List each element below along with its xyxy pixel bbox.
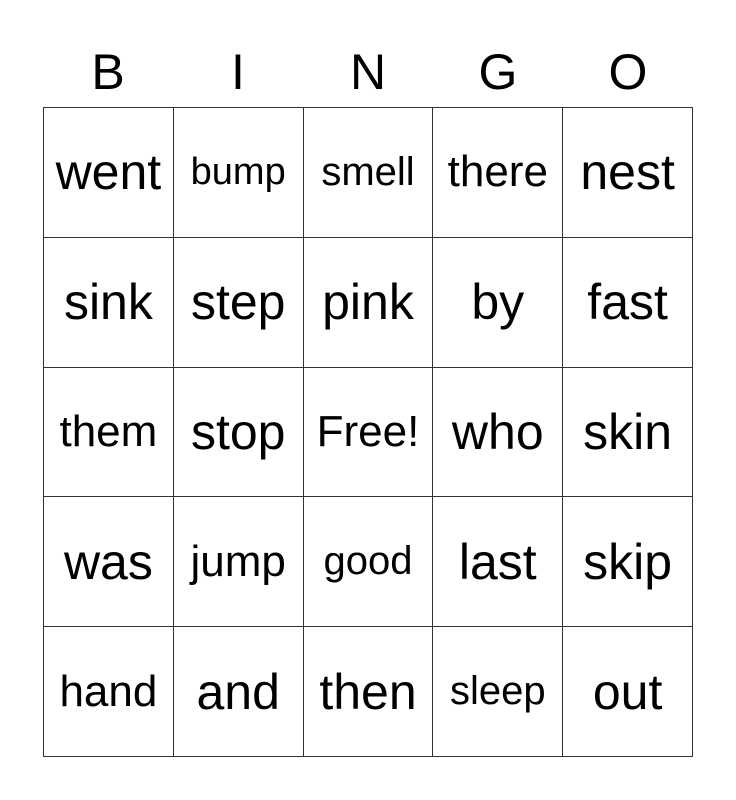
free-space-cell[interactable]: Free! bbox=[303, 367, 434, 498]
bingo-cell[interactable]: stop bbox=[173, 367, 304, 498]
bingo-cell[interactable]: bump bbox=[173, 108, 304, 238]
bingo-cell[interactable]: skip bbox=[563, 497, 693, 628]
bingo-cell[interactable]: jump bbox=[173, 497, 304, 628]
bingo-cell[interactable]: hand bbox=[44, 627, 174, 757]
bingo-cell[interactable]: step bbox=[173, 237, 304, 368]
header-letter-o: O bbox=[608, 44, 648, 100]
header-letter-i: I bbox=[231, 44, 245, 100]
bingo-cell[interactable]: skin bbox=[563, 367, 693, 498]
bingo-cell[interactable]: sleep bbox=[433, 627, 564, 757]
bingo-cell[interactable]: last bbox=[433, 497, 564, 628]
bingo-cell[interactable]: fast bbox=[563, 237, 693, 368]
bingo-cell[interactable]: out bbox=[563, 627, 693, 757]
bingo-cell[interactable]: there bbox=[433, 108, 564, 238]
bingo-cell[interactable]: then bbox=[303, 627, 434, 757]
bingo-header: B I N G O bbox=[43, 42, 693, 102]
bingo-cell[interactable]: pink bbox=[303, 237, 434, 368]
bingo-cell[interactable]: nest bbox=[563, 108, 693, 238]
bingo-cell[interactable]: and bbox=[173, 627, 304, 757]
bingo-cell[interactable]: who bbox=[433, 367, 564, 498]
bingo-cell[interactable]: sink bbox=[44, 237, 174, 368]
bingo-cell[interactable]: went bbox=[44, 108, 174, 238]
bingo-cell[interactable]: was bbox=[44, 497, 174, 628]
bingo-cell[interactable]: good bbox=[303, 497, 434, 628]
bingo-cell[interactable]: smell bbox=[303, 108, 434, 238]
header-letter-g: G bbox=[478, 44, 518, 100]
header-letter-b: B bbox=[91, 44, 125, 100]
bingo-card-grid: went bump smell there nest sink step pin… bbox=[43, 107, 693, 757]
bingo-cell[interactable]: by bbox=[433, 237, 564, 368]
header-letter-n: N bbox=[349, 44, 387, 100]
bingo-cell[interactable]: them bbox=[44, 367, 174, 498]
